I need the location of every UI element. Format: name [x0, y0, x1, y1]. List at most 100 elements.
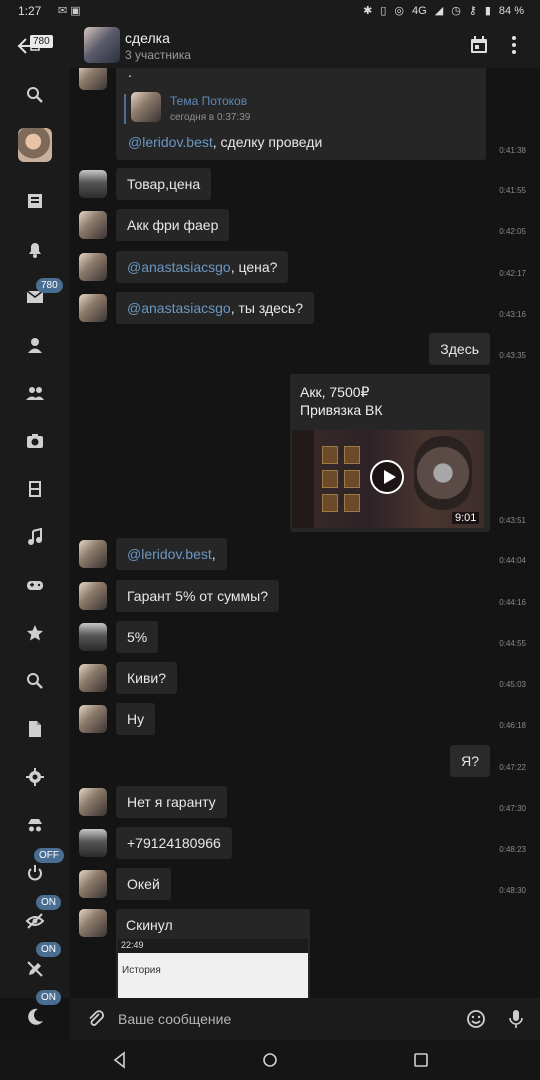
mention-link[interactable]: @anastasiacsgo — [127, 259, 231, 275]
message-row[interactable]: 5% 0:44:55 — [70, 621, 540, 657]
message-bubble[interactable]: Ну — [116, 703, 156, 735]
rail-incognito[interactable] — [20, 810, 50, 840]
calendar-icon[interactable] — [470, 36, 488, 54]
nav-recents-icon[interactable] — [411, 1050, 431, 1070]
message-time: 0:41:38 — [499, 146, 526, 155]
message-row[interactable]: Гарант 5% от суммы? 0:44:16 — [70, 580, 540, 616]
message-bubble[interactable]: @leridov.best, — [116, 538, 227, 570]
message-bubble[interactable]: Киви? — [116, 662, 178, 694]
profile-avatar[interactable] — [18, 128, 52, 162]
message-bubble[interactable]: Акк фри фаер — [116, 209, 230, 241]
message-quote[interactable]: . Тема Потоков сегодня в 0:37:39 @lerido… — [70, 68, 540, 164]
rail-news[interactable] — [20, 186, 50, 216]
rail-search[interactable] — [20, 80, 50, 110]
message-row[interactable]: @anastasiacsgo, цена? 0:42:17 — [70, 251, 540, 287]
rail-typing-toggle[interactable] — [20, 954, 50, 984]
message-bubble[interactable]: Нет я гаранту — [116, 786, 227, 818]
rail-music[interactable] — [20, 522, 50, 552]
rail-night-toggle[interactable] — [20, 1002, 50, 1032]
message-bubble[interactable]: @anastasiacsgo, ты здесь? — [116, 292, 315, 324]
microphone-icon[interactable] — [508, 1009, 524, 1029]
more-options-icon[interactable] — [506, 34, 522, 56]
message-list[interactable]: . Тема Потоков сегодня в 0:37:39 @lerido… — [70, 68, 540, 998]
rail-read-toggle[interactable] — [20, 906, 50, 936]
avatar[interactable] — [79, 582, 107, 610]
mention-link[interactable]: @leridov.best — [128, 134, 213, 150]
avatar[interactable] — [79, 870, 107, 898]
message-time: 0:43:51 — [499, 516, 526, 525]
message-row[interactable]: @anastasiacsgo, ты здесь? 0:43:16 — [70, 292, 540, 328]
vibrate-icon: ▯ — [380, 5, 387, 17]
rail-videos[interactable] — [20, 474, 50, 504]
rail-bookmarks[interactable] — [20, 618, 50, 648]
nav-home-icon[interactable] — [260, 1050, 280, 1070]
message-bubble[interactable]: Товар,цена — [116, 168, 212, 200]
avatar[interactable] — [79, 211, 107, 239]
message-bubble[interactable]: +79124180966 — [116, 827, 232, 859]
rail-friends[interactable] — [20, 330, 50, 360]
mention-link[interactable]: @leridov.best — [127, 546, 212, 562]
search-icon — [27, 87, 43, 103]
thumb-tile — [322, 470, 338, 488]
message-row-outgoing[interactable]: Здесь 0:43:35 — [70, 333, 540, 369]
image-message[interactable]: Скинул 22:49 История — [116, 909, 310, 998]
video-thumbnail[interactable]: 9:01 — [292, 430, 484, 528]
star-icon — [27, 625, 43, 641]
rail-documents[interactable] — [20, 714, 50, 744]
chat-avatar[interactable] — [84, 27, 120, 63]
avatar[interactable] — [79, 253, 107, 281]
chat-members-count[interactable]: 3 участника — [125, 48, 191, 62]
avatar[interactable] — [79, 705, 107, 733]
avatar[interactable] — [79, 170, 107, 198]
message-bubble[interactable]: Я? — [450, 745, 490, 777]
image-attachment[interactable]: 22:49 История — [118, 939, 308, 998]
status-right: ✱ ▯ ◎ 4G ◢ ◷ ⚷ ▮ 84 % — [363, 4, 524, 18]
play-icon[interactable] — [370, 460, 404, 494]
paperclip-icon[interactable] — [86, 1009, 106, 1029]
avatar[interactable] — [79, 540, 107, 568]
rail-groups[interactable] — [20, 378, 50, 408]
music-note-icon — [28, 527, 42, 545]
quote-bubble[interactable]: . Тема Потоков сегодня в 0:37:39 @lerido… — [116, 68, 486, 160]
message-row[interactable]: Окей 0:48:30 — [70, 868, 540, 904]
avatar[interactable] — [79, 909, 107, 937]
rail-notifications[interactable] — [20, 234, 50, 264]
message-row[interactable]: Акк фри фаер 0:42:05 — [70, 209, 540, 245]
message-bubble[interactable]: Здесь — [429, 333, 490, 365]
message-time: 0:45:03 — [499, 680, 526, 689]
mention-link[interactable]: @anastasiacsgo — [127, 300, 231, 316]
message-row[interactable]: Киви? 0:45:03 — [70, 662, 540, 698]
rail-settings[interactable] — [20, 762, 50, 792]
avatar[interactable] — [79, 294, 107, 322]
message-row[interactable]: Товар,цена 0:41:55 — [70, 168, 540, 204]
emoji-icon[interactable] — [466, 1009, 486, 1029]
nav-back-icon[interactable] — [110, 1050, 130, 1070]
rail-photos[interactable] — [20, 426, 50, 456]
avatar[interactable] — [79, 623, 107, 651]
group-icon — [26, 387, 44, 400]
avatar[interactable] — [79, 68, 107, 90]
video-message[interactable]: Акк, 7500₽ Привязка ВК 9:01 — [290, 374, 490, 532]
quoted-author[interactable]: Тема Потоков — [170, 94, 247, 108]
message-bubble[interactable]: 5% — [116, 621, 159, 653]
message-bubble[interactable]: Окей — [116, 868, 171, 900]
message-time: 0:47:30 — [499, 804, 526, 813]
rail-games[interactable] — [20, 570, 50, 600]
message-row[interactable]: +79124180966 0:48:23 — [70, 827, 540, 863]
avatar[interactable] — [79, 829, 107, 857]
rail-search-2[interactable] — [20, 666, 50, 696]
message-bubble[interactable]: @anastasiacsgo, цена? — [116, 251, 289, 283]
avatar[interactable] — [79, 788, 107, 816]
message-text: . — [128, 68, 132, 80]
message-input[interactable] — [114, 1004, 454, 1034]
message-row[interactable]: @leridov.best, 0:44:04 — [70, 538, 540, 574]
message-row[interactable]: Нет я гаранту 0:47:30 — [70, 786, 540, 822]
message-bubble[interactable]: Гарант 5% от суммы? — [116, 580, 280, 612]
message-row-outgoing[interactable]: Я? 0:47:22 — [70, 745, 540, 781]
alarm-icon: ◷ — [451, 5, 461, 17]
person-icon — [28, 338, 42, 353]
messages-badge: 780 — [36, 278, 63, 293]
chat-title[interactable]: сделка — [125, 30, 170, 46]
avatar[interactable] — [79, 664, 107, 692]
message-row[interactable]: Ну 0:46:18 — [70, 703, 540, 739]
